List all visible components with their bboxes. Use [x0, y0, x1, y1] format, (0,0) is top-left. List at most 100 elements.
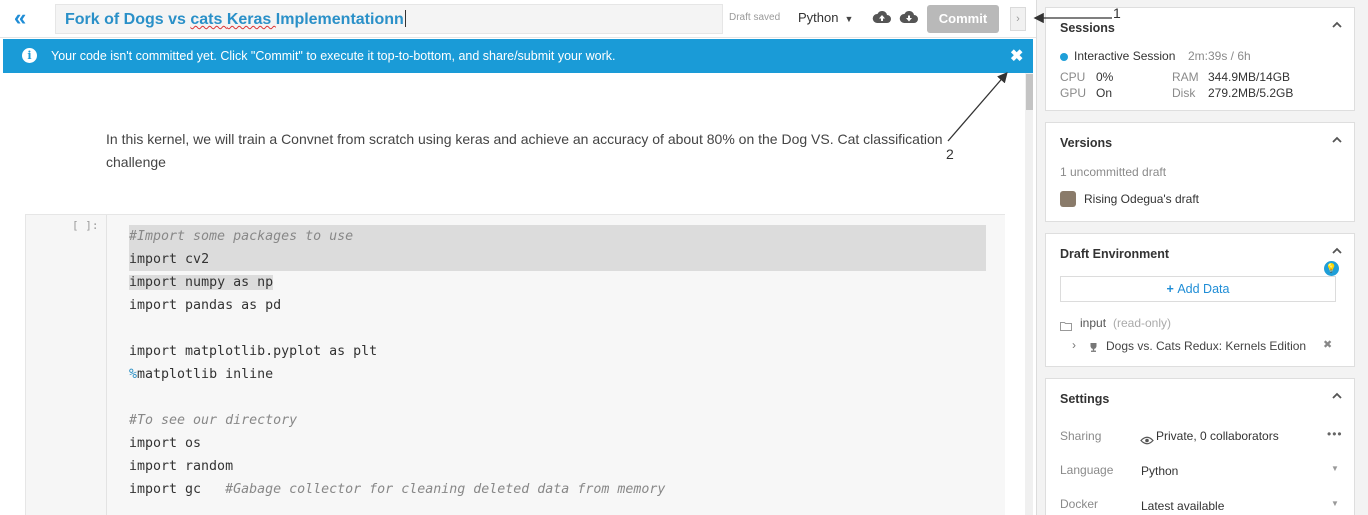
sharing-value[interactable]: Private, 0 collaborators: [1156, 429, 1279, 443]
dataset-name[interactable]: Dogs vs. Cats Redux: Kernels Edition: [1106, 339, 1306, 353]
sessions-title: Sessions: [1060, 21, 1115, 35]
chevron-up-icon[interactable]: [1330, 133, 1344, 147]
gpu-label: GPU: [1060, 86, 1087, 100]
notebook-area: In this kernel, we will train a Convnet …: [3, 73, 1033, 515]
environment-title: Draft Environment: [1060, 247, 1170, 261]
notebook-scrollbar-thumb[interactable]: [1026, 74, 1033, 110]
kernel-title-text: Fork of Dogs vs cats Keras Implementatio…: [65, 10, 406, 29]
title-word: Fork: [65, 11, 105, 28]
cloud-download-icon[interactable]: [899, 9, 919, 25]
remove-dataset-icon[interactable]: ✖: [1323, 338, 1332, 351]
editor-toolbar: « Fork of Dogs vs cats Keras Implementat…: [0, 0, 1036, 38]
info-icon: i: [22, 48, 37, 63]
chevron-right-icon[interactable]: ›: [1072, 338, 1076, 352]
code-comment: #Gabage collector for cleaning deleted d…: [225, 482, 666, 497]
gpu-value: On: [1096, 86, 1113, 100]
commit-button[interactable]: Commit: [927, 5, 999, 33]
code-line: import pandas as pd: [129, 298, 282, 313]
language-select[interactable]: Python: [1141, 464, 1178, 478]
code-keyword: import: [129, 252, 178, 267]
sharing-label: Sharing: [1060, 429, 1102, 443]
caret-down-icon[interactable]: ▼: [1331, 499, 1339, 508]
kernel-title: Fork of Dogs vs cats Keras Implementatio…: [65, 11, 404, 28]
notebook-scrollbar[interactable]: [1025, 73, 1033, 515]
code-editor[interactable]: #Import some packages to use #Import som…: [106, 215, 1005, 515]
caret-down-icon[interactable]: ▼: [1331, 464, 1339, 473]
docker-label: Docker: [1060, 497, 1099, 511]
code-line: import cv2: [129, 248, 209, 271]
draft-name-link[interactable]: Rising Odegua's draft: [1084, 192, 1199, 206]
code-keyword: import: [129, 275, 178, 290]
markdown-cell[interactable]: In this kernel, we will train a Convnet …: [106, 128, 946, 174]
banner-close-icon[interactable]: ✖: [1010, 46, 1023, 66]
chevron-up-icon[interactable]: [1330, 389, 1344, 403]
caret-down-icon: ▼: [844, 14, 854, 24]
ram-value: 344.9MB/14GB: [1208, 70, 1291, 84]
code-selected-segment: import numpy as np: [129, 275, 274, 290]
input-folder-note: (read-only): [1113, 316, 1172, 330]
input-folder-label[interactable]: input: [1080, 316, 1106, 330]
code-line: #To see our directory: [129, 413, 298, 428]
draft-environment-panel: Draft Environment 💡 + Add Data input (re…: [1045, 233, 1355, 367]
session-status-dot: [1060, 53, 1068, 61]
code-line: import random: [129, 459, 234, 474]
text-cursor: [404, 10, 406, 27]
code-text: import gc: [129, 482, 226, 497]
annotation-label-1: 1: [1113, 5, 1121, 21]
uncommitted-draft-count: 1 uncommitted draft: [1060, 165, 1167, 179]
folder-icon: [1060, 318, 1072, 331]
cell-prompt: [ ]:: [72, 219, 99, 232]
add-data-label: Add Data: [1177, 282, 1230, 296]
kernel-title-input[interactable]: Fork of Dogs vs cats Keras Implementatio…: [55, 4, 723, 34]
right-sidebar: Sessions Interactive Session 2m:39s / 6h…: [1036, 0, 1368, 515]
more-options-icon[interactable]: •••: [1327, 427, 1343, 441]
add-data-button[interactable]: + Add Data: [1060, 276, 1336, 302]
language-label: Language: [1060, 463, 1114, 477]
collapse-sidebar-button[interactable]: «: [14, 7, 44, 31]
annotation-label-2: 2: [946, 146, 954, 162]
cloud-upload-icon[interactable]: [872, 9, 892, 25]
session-name: Interactive Session: [1074, 49, 1176, 63]
versions-panel: Versions 1 uncommitted draft Rising Odeg…: [1045, 122, 1355, 222]
title-word: Dogs: [123, 11, 169, 28]
kernel-editor: « Fork of Dogs vs cats Keras Implementat…: [0, 0, 1368, 515]
code-text: matplotlib inline: [137, 367, 274, 382]
code-line: #Import some packages to use: [129, 225, 353, 248]
code-comment: #Import some packages to use: [129, 229, 354, 244]
code-line: import matplotlib.pyplot as plt: [129, 344, 378, 359]
settings-title: Settings: [1060, 392, 1110, 406]
language-dropdown[interactable]: Python ▼: [798, 10, 853, 25]
code-line: %matplotlib inline: [129, 363, 273, 386]
disk-label: Disk: [1172, 86, 1196, 100]
docker-select[interactable]: Latest available: [1141, 499, 1224, 513]
code-line: import numpy as np: [129, 271, 274, 294]
chevron-up-icon[interactable]: [1330, 18, 1344, 32]
sessions-panel: Sessions Interactive Session 2m:39s / 6h…: [1045, 7, 1355, 111]
ram-label: RAM: [1172, 70, 1199, 84]
lightbulb-icon[interactable]: 💡: [1324, 261, 1339, 276]
code-line: import gc #Gabage collector for cleaning…: [129, 478, 665, 501]
disk-value: 279.2MB/5.2GB: [1208, 86, 1294, 100]
versions-title: Versions: [1060, 136, 1113, 150]
cpu-value: 0%: [1096, 70, 1114, 84]
session-time: 2m:39s / 6h: [1188, 49, 1251, 63]
code-cell[interactable]: [ ]: #Import some packages to use #Impor…: [25, 214, 1005, 515]
code-line: import os: [129, 436, 202, 451]
code-text: cv2: [177, 252, 210, 267]
settings-panel: Settings Sharing Private, 0 collaborator…: [1045, 378, 1355, 515]
plus-icon: +: [1166, 282, 1178, 296]
expand-sidebar-button[interactable]: ›: [1010, 7, 1026, 31]
uncommitted-banner: i Your code isn't committed yet. Click "…: [3, 39, 1033, 73]
eye-icon: [1140, 432, 1154, 445]
title-word: vs: [168, 11, 191, 28]
title-word: Implementationn: [275, 11, 404, 28]
language-dropdown-value: Python: [798, 10, 839, 25]
trophy-icon: [1088, 340, 1099, 352]
title-word: of: [104, 11, 124, 28]
title-word: Keras: [226, 11, 276, 28]
title-word: cats: [190, 11, 227, 28]
draft-saved-status: Draft saved: [729, 12, 781, 23]
chevron-up-icon[interactable]: [1330, 244, 1344, 258]
code-magic-prefix: %: [129, 367, 138, 382]
code-text: numpy as np: [177, 275, 274, 290]
